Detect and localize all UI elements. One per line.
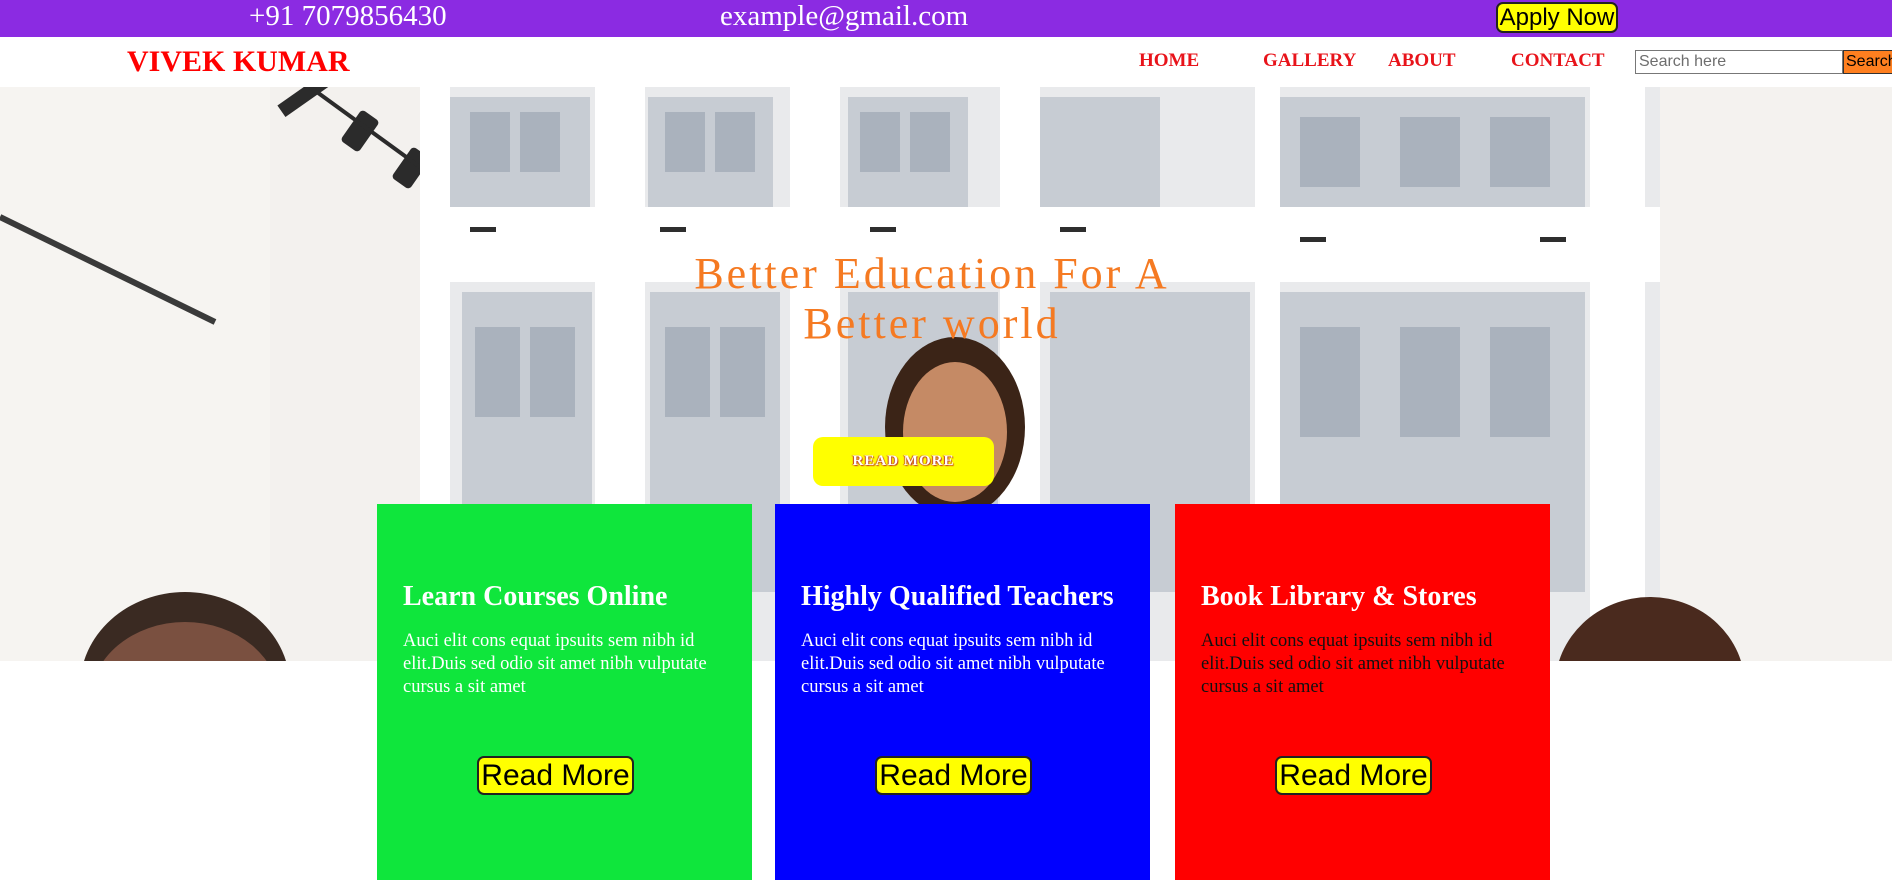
search-button[interactable]: Search xyxy=(1843,50,1892,74)
card-description: Auci elit cons equat ipsuits sem nibh id… xyxy=(1201,631,1505,697)
card-description: Auci elit cons equat ipsuits sem nibh id… xyxy=(801,631,1105,697)
site-logo[interactable]: VIVEK KUMAR xyxy=(127,43,350,81)
card-read-more-button[interactable]: Read More xyxy=(477,756,634,795)
card-description: Auci elit cons equat ipsuits sem nibh id… xyxy=(403,631,707,697)
nav-gallery[interactable]: GALLERY xyxy=(1263,49,1356,73)
card-title: Highly Qualified Teachers xyxy=(801,581,1114,612)
feature-card-courses: Learn Courses Online Auci elit cons equa… xyxy=(377,504,752,880)
card-title: Book Library & Stores xyxy=(1201,581,1477,612)
card-read-more-button[interactable]: Read More xyxy=(875,756,1032,795)
feature-card-library: Book Library & Stores Auci elit cons equ… xyxy=(1175,504,1550,880)
search-input[interactable] xyxy=(1635,50,1843,74)
phone-number: +91 7079856430 xyxy=(249,0,447,32)
apply-now-button[interactable]: Apply Now xyxy=(1496,2,1618,33)
hero-title: Better Education For A Better world xyxy=(694,249,1170,348)
nav-contact[interactable]: CONTACT xyxy=(1511,49,1605,73)
card-title: Learn Courses Online xyxy=(403,581,668,612)
nav-about[interactable]: ABOUT xyxy=(1388,49,1456,73)
card-read-more-button[interactable]: Read More xyxy=(1275,756,1432,795)
email-address: example@gmail.com xyxy=(720,0,969,32)
hero-read-more-button[interactable]: READ MORE xyxy=(813,437,994,486)
nav-home[interactable]: HOME xyxy=(1139,49,1199,73)
main-navbar: VIVEK KUMAR HOME GALLERY ABOUT CONTACT S… xyxy=(0,37,1892,87)
top-contact-bar: +91 7079856430 example@gmail.com Apply N… xyxy=(0,0,1892,37)
feature-card-teachers: Highly Qualified Teachers Auci elit cons… xyxy=(775,504,1150,880)
